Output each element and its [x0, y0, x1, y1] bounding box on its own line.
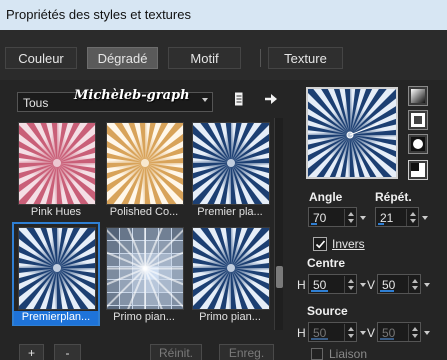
source-v-stepper[interactable]: 50 — [377, 322, 430, 342]
source-h-arrows[interactable] — [344, 324, 355, 341]
gradient-grid: Pink Hues Polished Co... Premier pla... Pre… — [0, 65, 329, 360]
tab-strip: Couleur Dégradé Motif Texture — [0, 30, 447, 80]
rectangular-style-icon[interactable] — [408, 110, 428, 130]
repeat-stepper[interactable]: 21 — [375, 207, 428, 227]
chevron-down-icon — [424, 283, 430, 287]
gradient-swatch — [133, 170, 329, 360]
tab-color[interactable]: Couleur — [5, 47, 77, 69]
repeat-dropdown[interactable] — [420, 210, 431, 225]
source-v-bar — [380, 338, 394, 340]
center-v-dropdown[interactable] — [422, 277, 433, 292]
center-v-arrows[interactable] — [408, 276, 419, 293]
repeat-arrows[interactable] — [406, 209, 417, 226]
chevron-down-icon[interactable] — [348, 219, 354, 223]
chevron-down-icon — [422, 216, 428, 220]
gradient-swatch — [65, 188, 225, 349]
folder-list-icon[interactable] — [228, 90, 248, 110]
linear-style-icon[interactable] — [408, 86, 428, 106]
chevron-down-icon — [360, 216, 366, 220]
chevron-down-icon[interactable] — [410, 219, 416, 223]
arrow-right-icon[interactable] — [262, 90, 282, 110]
tab-pattern[interactable]: Motif — [168, 47, 241, 69]
chevron-down-icon[interactable] — [348, 286, 354, 290]
gradient-thumbnail[interactable]: Pink Hues — [0, 65, 155, 261]
center-v-stepper[interactable]: 50 — [377, 274, 430, 294]
chevron-down-icon — [360, 283, 366, 287]
gradient-swatch — [133, 65, 329, 261]
gradient-caption: Polished Co... — [109, 206, 179, 218]
title-bar: Propriétés des styles et textures — [0, 0, 447, 30]
invert-label: Invers — [332, 237, 365, 251]
invert-checkbox[interactable] — [313, 237, 327, 251]
gradient-list-scrollbar[interactable] — [274, 118, 283, 330]
center-h-stepper[interactable]: 50 — [308, 274, 366, 294]
reset-button[interactable]: Réinit. — [150, 344, 202, 360]
angle-arrows[interactable] — [344, 209, 355, 226]
center-label: Centre — [307, 256, 346, 270]
check-icon — [315, 240, 326, 249]
gradient-thumbnail[interactable]: Primo pian... — [133, 170, 329, 360]
link-checkbox[interactable] — [311, 348, 323, 360]
sunburst-style-icon[interactable] — [408, 134, 428, 154]
source-h-stepper[interactable]: 50 — [308, 322, 366, 342]
gradient-caption: Pink Hues — [30, 206, 82, 218]
tab-texture[interactable]: Texture — [268, 47, 343, 69]
gradient-swatch — [0, 170, 155, 360]
chevron-up-icon[interactable] — [412, 327, 418, 331]
repeat-label: Répét. — [375, 190, 412, 204]
gradient-preview[interactable] — [244, 29, 447, 241]
source-h-label: H — [297, 326, 306, 340]
chevron-down-icon — [424, 331, 430, 335]
chevron-down-icon[interactable] — [412, 334, 418, 338]
source-v-label: V — [367, 326, 376, 340]
chevron-down-icon[interactable] — [348, 334, 354, 338]
remove-gradient-button[interactable]: - — [54, 344, 81, 360]
gradient-preview-image — [244, 29, 447, 241]
invert-label-text: Invers — [332, 237, 365, 251]
category-value: Tous — [23, 96, 49, 110]
center-v-bar — [380, 290, 394, 292]
gradient-caption: Premierplan... — [14, 311, 98, 325]
center-h-arrows[interactable] — [344, 276, 355, 293]
gradient-thumbnail[interactable]: Premierplan... — [0, 170, 155, 360]
radial-style-icon[interactable] — [408, 160, 428, 180]
gradient-caption: Premier pla... — [197, 206, 263, 218]
chevron-up-icon[interactable] — [348, 212, 354, 216]
repeat-bar — [378, 223, 384, 225]
gradient-thumbnail[interactable]: Polished Co... — [47, 65, 243, 261]
link-label: Liaison — [329, 347, 368, 360]
angle-label: Angle — [309, 190, 343, 204]
center-v-label: V — [367, 278, 376, 292]
watermark-signature: Michèleb-graph — [74, 88, 190, 103]
angle-bar — [311, 223, 317, 225]
chevron-down-icon — [360, 331, 366, 335]
angle-dropdown[interactable] — [358, 210, 369, 225]
angle-stepper[interactable]: 70 — [308, 207, 366, 227]
chevron-up-icon[interactable] — [412, 279, 418, 283]
source-h-bar — [311, 338, 328, 340]
chevron-up-icon[interactable] — [410, 212, 416, 216]
save-button[interactable]: Enreg. — [219, 344, 274, 360]
scrollbar-thumb[interactable] — [276, 266, 283, 288]
tab-separator — [260, 49, 261, 67]
center-h-label: H — [297, 278, 306, 292]
source-label: Source — [307, 304, 348, 318]
source-v-arrows[interactable] — [408, 324, 419, 341]
gradient-caption: Primo pian... — [199, 311, 261, 323]
source-v-dropdown[interactable] — [422, 325, 433, 340]
chevron-up-icon[interactable] — [348, 327, 354, 331]
add-gradient-button[interactable]: + — [19, 344, 44, 360]
gradient-swatch — [47, 65, 243, 261]
tab-gradient[interactable]: Dégradé — [87, 47, 158, 69]
chevron-up-icon[interactable] — [348, 279, 354, 283]
center-h-bar — [311, 290, 328, 292]
chevron-down-icon[interactable] — [412, 286, 418, 290]
gradient-swatch — [0, 65, 155, 261]
gradient-thumbnail[interactable]: Premier pla... — [133, 65, 329, 261]
gradient-caption: Primo pian... — [113, 311, 175, 323]
chevron-down-icon — [202, 98, 208, 102]
gradient-thumbnail[interactable]: Primo pian... — [65, 188, 225, 349]
window-title: Propriétés des styles et textures — [6, 7, 191, 22]
